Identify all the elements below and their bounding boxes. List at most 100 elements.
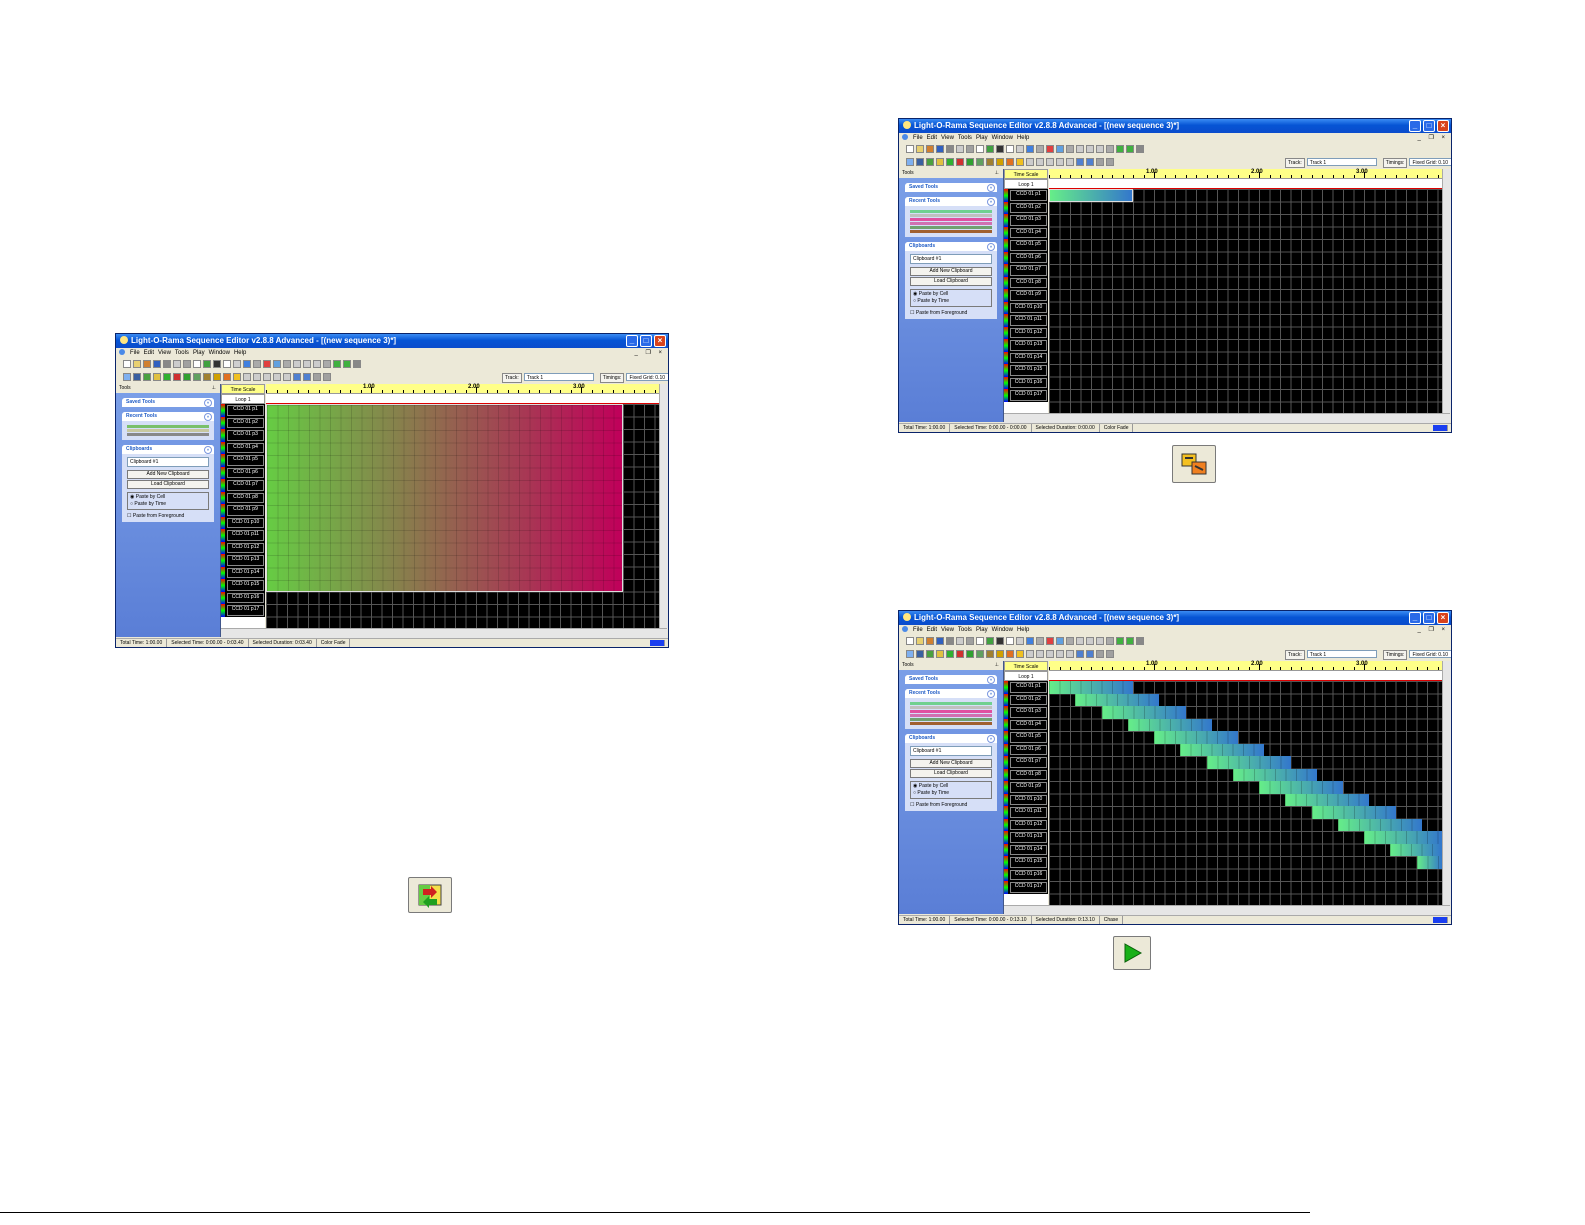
pin-icon[interactable]: ⊥ [212,384,216,393]
toolbar-button-icon[interactable] [916,145,924,153]
toolbar-button-icon[interactable] [936,637,944,645]
channel-row[interactable]: CCD 01 p6 [1004,743,1048,756]
chase-block[interactable] [1101,706,1186,719]
channel-row[interactable]: CCD 01 p9 [1004,781,1048,794]
channel-row[interactable]: CCD 01 p1 [1004,681,1048,694]
effect-button-icon[interactable] [976,158,984,166]
menu-window[interactable]: Window [209,348,230,358]
toolbar-button-icon[interactable] [1116,145,1124,153]
channel-row[interactable]: CCD 01 p5 [1004,239,1048,252]
channel-row[interactable]: CCD 01 p3 [1004,214,1048,227]
menu-file[interactable]: File [913,133,923,143]
toolbar-button-icon[interactable] [1056,145,1064,153]
toolbar-button-icon[interactable] [243,360,251,368]
toolbar-button-icon[interactable] [1136,145,1144,153]
chevron-down-icon[interactable]: ˅ [204,399,212,407]
effect-button-icon[interactable] [916,158,924,166]
effect-button-icon[interactable] [996,650,1004,658]
toolbar-button-icon[interactable] [926,637,934,645]
toolbar-button-icon[interactable] [946,637,954,645]
toolbar-button-icon[interactable] [303,360,311,368]
toolbar-button-icon[interactable] [223,360,231,368]
recent-tool-item[interactable] [127,433,209,436]
channel-row[interactable]: CCD 01 p7 [1004,756,1048,769]
effect-button-icon[interactable] [263,373,271,381]
effect-button-icon[interactable] [916,650,924,658]
paste-by-time-radio[interactable]: ○ Paste by Time [913,298,989,305]
toolbar-button-icon[interactable] [1026,145,1034,153]
menu-edit[interactable]: Edit [144,348,154,358]
toolbar-button-icon[interactable] [1066,145,1074,153]
paste-from-foreground-checkbox[interactable]: ☐ Paste from Foreground [910,802,992,808]
effect-button-icon[interactable] [1096,158,1104,166]
channel-row[interactable]: CCD 01 p10 [1004,793,1048,806]
toolbar-button-icon[interactable] [996,145,1004,153]
mdi-controls[interactable]: _ ❐ × [1417,625,1448,635]
effect-button-icon[interactable] [1066,650,1074,658]
toolbar-button-icon[interactable] [1086,145,1094,153]
toolbar-button-icon[interactable] [233,360,241,368]
pin-icon[interactable]: ⊥ [995,661,999,670]
channel-row[interactable]: CCD 01 p7 [221,479,265,492]
recent-tools-header[interactable]: Recent Tools ˄ [122,412,214,421]
effect-button-icon[interactable] [243,373,251,381]
minimize-button[interactable]: _ [1409,120,1421,132]
chevron-down-icon[interactable]: ˅ [987,676,995,684]
toolbar-button-icon[interactable] [213,360,221,368]
menu-play[interactable]: Play [976,133,988,143]
channel-row[interactable]: CCD 01 p4 [221,441,265,454]
channel-row[interactable]: CCD 01 p11 [1004,314,1048,327]
toolbar-button-icon[interactable] [143,360,151,368]
maximize-button[interactable]: □ [640,335,652,347]
paste-from-foreground-checkbox[interactable]: ☐ Paste from Foreground [127,513,209,519]
effect-button-icon[interactable] [966,158,974,166]
chevron-down-icon[interactable]: ˅ [987,184,995,192]
toolbar-button-icon[interactable] [133,360,141,368]
toolbar-button-icon[interactable] [1116,637,1124,645]
channel-row[interactable]: CCD 01 p12 [1004,818,1048,831]
add-clipboard-button[interactable]: Add New Clipboard [127,470,209,479]
effect-button-icon[interactable] [926,158,934,166]
toolbar-button-icon[interactable] [323,360,331,368]
chase-block[interactable] [1311,806,1396,819]
horizontal-scrollbar[interactable] [1004,413,1450,423]
channel-row[interactable]: CCD 01 p2 [1004,693,1048,706]
recent-tool-item[interactable] [910,714,992,717]
recent-tool-item[interactable] [910,718,992,721]
menu-edit[interactable]: Edit [927,625,937,635]
chase-block[interactable] [1416,856,1442,869]
toolbar-button-icon[interactable] [193,360,201,368]
menu-play[interactable]: Play [976,625,988,635]
effect-button-icon[interactable] [213,373,221,381]
chase-block[interactable] [1285,793,1370,806]
effect-button-icon[interactable] [1106,650,1114,658]
toolbar-button-icon[interactable] [343,360,351,368]
channel-row[interactable]: CCD 01 p14 [1004,351,1048,364]
effect-button-icon[interactable] [313,373,321,381]
chevron-up-icon[interactable]: ˄ [987,243,995,251]
clipboard-select[interactable]: Clipboard #1 [127,457,209,467]
menu-edit[interactable]: Edit [927,133,937,143]
toolbar-button-icon[interactable] [1036,637,1044,645]
toolbar-button-icon[interactable] [986,145,994,153]
menu-help[interactable]: Help [234,348,246,358]
effect-button-icon[interactable] [906,158,914,166]
toolbar-button-icon[interactable] [1056,637,1064,645]
add-clipboard-button[interactable]: Add New Clipboard [910,759,992,768]
channel-row[interactable]: CCD 01 p17 [1004,389,1048,402]
toolbar-button-icon[interactable] [173,360,181,368]
effect-button-icon[interactable] [223,373,231,381]
track-select[interactable]: Track 1 [523,373,594,381]
effect-button-icon[interactable] [1036,650,1044,658]
toolbar-button-icon[interactable] [1036,145,1044,153]
channel-row[interactable]: CCD 01 p15 [221,579,265,592]
channel-row[interactable]: CCD 01 p13 [1004,831,1048,844]
time-scale-header[interactable]: Time Scale [1004,661,1048,671]
effect-button-icon[interactable] [173,373,181,381]
toolbar-button-icon[interactable] [183,360,191,368]
toolbar-button-icon[interactable] [1076,145,1084,153]
channel-row[interactable]: CCD 01 p10 [1004,301,1048,314]
recent-tool-item[interactable] [910,214,992,217]
toolbar-button-icon[interactable] [966,145,974,153]
effect-button-icon[interactable] [303,373,311,381]
